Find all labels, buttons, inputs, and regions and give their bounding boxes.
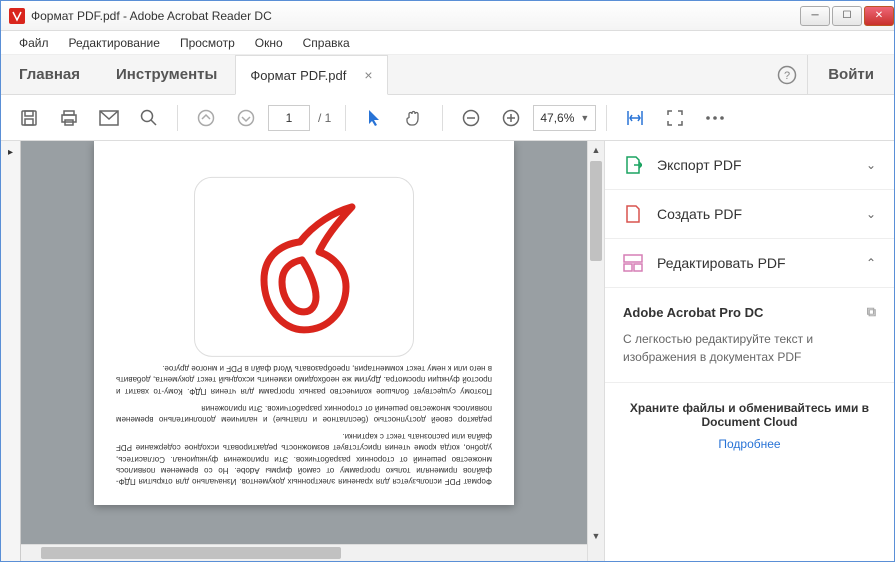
login-button[interactable]: Войти <box>807 55 894 94</box>
scroll-down-arrow[interactable]: ▼ <box>588 527 604 544</box>
more-tools-icon[interactable] <box>697 100 733 136</box>
close-button[interactable]: ✕ <box>864 6 894 26</box>
edit-promo: Adobe Acrobat Pro DC ⧉ С легкостью редак… <box>605 288 894 383</box>
chevron-down-icon: ⌄ <box>866 207 876 221</box>
cloud-promo-link[interactable]: Подробнее <box>623 437 876 451</box>
fit-width-icon[interactable] <box>617 100 653 136</box>
menu-file[interactable]: Файл <box>9 33 59 53</box>
doc-paragraph: Формат PDF используется для хранения эле… <box>116 431 492 487</box>
tool-edit-pdf[interactable]: Редактировать PDF ⌃ <box>605 239 894 288</box>
menu-edit[interactable]: Редактирование <box>59 33 170 53</box>
scroll-up-arrow[interactable]: ▲ <box>588 141 604 158</box>
copy-icon[interactable]: ⧉ <box>867 304 876 320</box>
app-icon <box>9 8 25 24</box>
page-total-label: / 1 <box>318 111 331 125</box>
edit-icon <box>623 253 643 273</box>
vertical-scrollbar[interactable]: ▲ ▼ <box>587 141 604 561</box>
page-number-input[interactable] <box>268 105 310 131</box>
tool-create-pdf[interactable]: Создать PDF ⌄ <box>605 190 894 239</box>
hand-tool-icon[interactable] <box>396 100 432 136</box>
menu-help[interactable]: Справка <box>293 33 360 53</box>
minimize-button[interactable]: ─ <box>800 6 830 26</box>
tab-tools[interactable]: Инструменты <box>98 55 235 94</box>
menu-view[interactable]: Просмотр <box>170 33 245 53</box>
doc-paragraph: Поэтому существует большое количество ра… <box>116 363 492 397</box>
top-tabs: Главная Инструменты Формат PDF.pdf × ? В… <box>1 55 894 95</box>
tab-document-label: Формат PDF.pdf <box>250 68 346 83</box>
search-icon[interactable] <box>131 100 167 136</box>
chevron-up-icon: ⌃ <box>866 256 876 270</box>
horizontal-scrollbar[interactable] <box>21 544 587 561</box>
promo-description: С легкостью редактируйте текст и изображ… <box>623 330 876 366</box>
page-down-icon[interactable] <box>228 100 264 136</box>
zoom-in-icon[interactable] <box>493 100 529 136</box>
pdf-logo-image <box>194 177 414 357</box>
tab-home[interactable]: Главная <box>1 55 98 94</box>
fit-page-icon[interactable] <box>657 100 693 136</box>
close-tab-icon[interactable]: × <box>364 67 372 83</box>
titlebar: Формат PDF.pdf - Adobe Acrobat Reader DC… <box>1 1 894 31</box>
tool-edit-label: Редактировать PDF <box>657 255 866 271</box>
menu-window[interactable]: Окно <box>245 33 293 53</box>
svg-text:?: ? <box>784 70 790 82</box>
create-icon <box>623 204 643 224</box>
zoom-value: 47,6% <box>540 111 574 125</box>
document-scroll-area[interactable]: Формат PDF используется для хранения эле… <box>21 141 587 561</box>
export-icon <box>623 155 643 175</box>
cloud-promo: Храните файлы и обменивайтесь ими в Docu… <box>605 383 894 469</box>
page-up-icon[interactable] <box>188 100 224 136</box>
cloud-promo-title: Храните файлы и обменивайтесь ими в Docu… <box>623 401 876 429</box>
help-button[interactable]: ? <box>767 55 807 94</box>
toolbar: / 1 47,6% ▼ <box>1 95 894 141</box>
tools-panel: Экспорт PDF ⌄ Создать PDF ⌄ Редактироват… <box>604 141 894 561</box>
chevron-down-icon: ⌄ <box>866 158 876 172</box>
select-tool-icon[interactable] <box>356 100 392 136</box>
triangle-right-icon: ▸ <box>8 147 13 158</box>
tab-document[interactable]: Формат PDF.pdf × <box>235 55 387 95</box>
window-title: Формат PDF.pdf - Adobe Acrobat Reader DC <box>31 9 798 23</box>
maximize-button[interactable]: ☐ <box>832 6 862 26</box>
zoom-dropdown[interactable]: 47,6% ▼ <box>533 105 596 131</box>
tool-export-label: Экспорт PDF <box>657 157 866 173</box>
scroll-thumb[interactable] <box>590 161 602 261</box>
zoom-out-icon[interactable] <box>453 100 489 136</box>
tool-export-pdf[interactable]: Экспорт PDF ⌄ <box>605 141 894 190</box>
chevron-down-icon: ▼ <box>580 113 589 123</box>
tool-create-label: Создать PDF <box>657 206 866 222</box>
menubar: Файл Редактирование Просмотр Окно Справк… <box>1 31 894 55</box>
nav-pane-toggle[interactable]: ▸ <box>1 141 21 561</box>
promo-title-label: Adobe Acrobat Pro DC <box>623 305 763 320</box>
pdf-page: Формат PDF используется для хранения эле… <box>94 141 514 505</box>
print-icon[interactable] <box>51 100 87 136</box>
doc-paragraph: редактор своей доступностью (бесплатное … <box>116 403 492 425</box>
save-icon[interactable] <box>11 100 47 136</box>
email-icon[interactable] <box>91 100 127 136</box>
document-pane: ▸ Формат PDF используется для хранения э… <box>1 141 604 561</box>
